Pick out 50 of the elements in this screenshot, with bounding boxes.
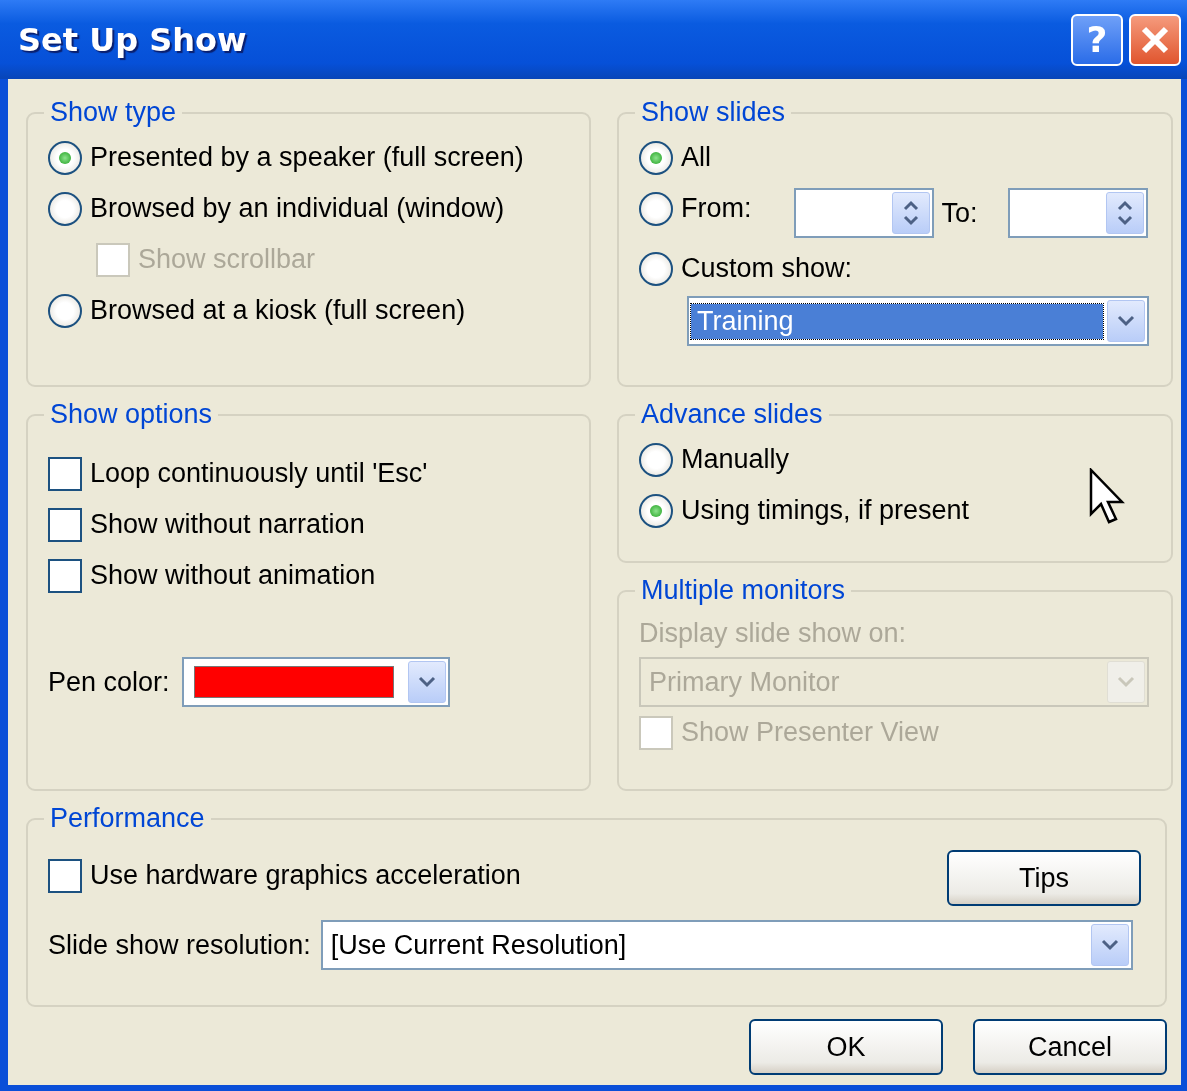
dialog-button[interactable]: OK [749, 1019, 943, 1075]
chevron-down-icon [416, 675, 437, 689]
radio-button[interactable]: Browsed at a kiosk (full screen) [48, 285, 466, 336]
resolution-label: Slide show resolution: [48, 929, 311, 961]
radio-button[interactable]: Custom show: [639, 243, 853, 294]
radio-button[interactable]: Presented by a speaker (full screen) [48, 132, 524, 183]
dialog-button[interactable]: Cancel [973, 1019, 1167, 1075]
close-button[interactable] [1129, 13, 1181, 66]
close-icon [1140, 24, 1170, 55]
pen-color-dropdown[interactable] [181, 657, 450, 707]
group-title: Show type [49, 97, 178, 128]
radio-button[interactable]: Manually [639, 434, 790, 485]
checkbox[interactable]: Loop continuously until 'Esc' [48, 448, 428, 499]
radio-circle[interactable] [639, 493, 673, 528]
resolution-dropdown[interactable]: [Use Current Resolution] [320, 920, 1133, 970]
number-spinner[interactable] [793, 188, 934, 238]
chevron-down-icon [1099, 938, 1120, 952]
pen-color-label: Pen color: [48, 666, 170, 698]
tips-button[interactable]: Tips [947, 850, 1141, 906]
group-title: Show slides [640, 97, 787, 128]
radio-circle[interactable] [48, 293, 82, 328]
to-label: To: [941, 197, 978, 229]
group-title: Advance slides [640, 399, 824, 430]
radio-button[interactable]: All [639, 132, 711, 183]
radio-circle[interactable] [639, 442, 673, 477]
window-title: Set Up Show [18, 20, 247, 59]
group-title: Performance [49, 803, 206, 834]
radio-circle[interactable] [48, 140, 82, 175]
group-title: Show options [49, 399, 214, 430]
checkbox[interactable]: Show without narration [48, 499, 365, 550]
checkbox-square[interactable] [48, 858, 82, 893]
radio-button[interactable]: Using timings, if present [639, 485, 970, 536]
checkbox-square[interactable] [48, 558, 82, 593]
custom-show-dropdown[interactable]: Training [687, 296, 1149, 346]
radio-button[interactable]: From: [639, 183, 752, 234]
radio-button[interactable]: Browsed by an individual (window) [48, 183, 505, 234]
radio-circle[interactable] [48, 191, 82, 226]
group-title: Multiple monitors [640, 575, 847, 606]
mouse-cursor-icon [1089, 468, 1125, 524]
radio-circle[interactable] [639, 251, 673, 286]
number-spinner[interactable] [1007, 188, 1148, 238]
checkbox[interactable]: Use hardware graphics acceleration [48, 850, 521, 901]
chevron-down-icon [1116, 314, 1136, 328]
display-on-label: Display slide show on: [639, 618, 908, 649]
checkbox-square[interactable] [48, 456, 82, 491]
chevron-down-icon [1116, 675, 1136, 689]
radio-circle[interactable] [639, 140, 673, 175]
radio-circle[interactable] [639, 191, 673, 226]
checkbox-square[interactable] [48, 507, 82, 542]
checkbox[interactable]: Show without animation [48, 550, 376, 601]
